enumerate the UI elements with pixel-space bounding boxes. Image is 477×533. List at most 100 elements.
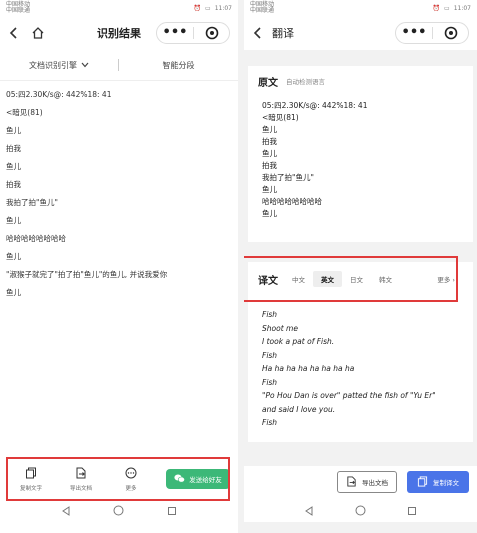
chevron-down-icon xyxy=(81,61,89,70)
ocr-result-screen: 中国移动 中国联通 ⏰ ▭ 11:07 识别结果 ••• 文档识别引擎 智能分段… xyxy=(0,0,238,533)
export-doc-button[interactable]: 导出文档 xyxy=(56,467,106,492)
home-icon[interactable] xyxy=(30,25,46,41)
engine-bar: 文档识别引擎 智能分段 xyxy=(0,50,238,81)
source-title: 原文 xyxy=(258,77,278,89)
copy-translation-label: 复制译文 xyxy=(433,479,459,487)
ocr-line: "淑猴子就完了"拍了拍"鱼儿"的鱼儿, 并说我爱你 xyxy=(6,270,168,279)
ocr-line: 05:四2.30K/s@: 442%18: 41 xyxy=(6,90,112,99)
mini-program-capsule: ••• xyxy=(156,22,230,44)
more-dots-icon[interactable]: ••• xyxy=(396,24,432,42)
source-line: 鱼儿 xyxy=(262,209,277,218)
ocr-line: 鱼儿 xyxy=(6,126,21,135)
tab-more[interactable]: 更多 › xyxy=(429,271,463,287)
ocr-line: 我拍了拍"鱼儿" xyxy=(6,198,58,207)
tab-korean[interactable]: 韩文 xyxy=(371,271,400,287)
page-title: 翻译 xyxy=(272,27,294,40)
copy-icon xyxy=(417,475,428,489)
translation-text-area[interactable]: Fish Shoot me I took a pat of Fish. Fish… xyxy=(248,296,473,436)
source-line: 鱼儿 xyxy=(262,125,277,134)
send-label: 发送给好友 xyxy=(189,476,222,484)
translation-line: Ha ha ha ha ha ha ha ha xyxy=(262,364,355,373)
source-line: 鱼儿 xyxy=(262,185,277,194)
more-languages-label: 更多 xyxy=(437,276,451,284)
source-line: 拍我 xyxy=(262,161,277,170)
export-doc-button[interactable]: 导出文档 xyxy=(337,471,397,493)
ocr-line: 拍我 xyxy=(6,144,21,153)
more-dots-icon[interactable]: ••• xyxy=(157,24,193,42)
translation-title: 译文 xyxy=(258,275,278,287)
translation-line: I took a pat of Fish. xyxy=(262,337,335,346)
ocr-line: <暗见(81) xyxy=(6,108,43,117)
home-circle-icon[interactable] xyxy=(113,501,124,520)
export-icon xyxy=(75,467,87,481)
ocr-line: 拍我 xyxy=(6,180,21,189)
source-line: 05:四2.30K/s@: 442%18: 41 xyxy=(262,101,368,110)
carrier-label: 中国联通 xyxy=(6,7,31,14)
ocr-line: 鱼儿 xyxy=(6,216,21,225)
wechat-icon xyxy=(174,474,186,485)
more-label: 更多 xyxy=(125,485,137,492)
source-line: 哈哈哈哈哈哈哈哈 xyxy=(262,197,322,206)
ocr-line: 鱼儿 xyxy=(6,288,21,297)
carrier-label: 中国联通 xyxy=(250,7,275,14)
status-bar: 中国移动 中国联通 ⏰ ▭ 11:07 xyxy=(0,0,238,16)
back-arrow-icon[interactable] xyxy=(6,25,22,41)
export-doc-label: 导出文档 xyxy=(69,485,92,492)
translation-card: 译文 中文 英文 日文 韩文 更多 › Fish Shoot me I took… xyxy=(248,262,473,442)
alarm-icon: ⏰ xyxy=(193,4,202,12)
tab-english[interactable]: 英文 xyxy=(313,271,342,287)
send-to-friend-button[interactable]: 发送给好友 xyxy=(166,469,230,489)
ocr-line: 鱼儿 xyxy=(6,162,21,171)
bottom-toolbar: 复制文字 导出文档 更多 发送给好友 xyxy=(6,457,230,501)
system-nav-bar xyxy=(0,498,238,522)
system-nav-bar xyxy=(244,498,477,522)
recent-apps-icon[interactable] xyxy=(407,501,417,520)
language-tabs: 中文 英文 日文 韩文 更多 › xyxy=(284,271,463,287)
copy-translation-button[interactable]: 复制译文 xyxy=(407,471,469,493)
ocr-line: 哈哈哈哈哈哈哈哈 xyxy=(6,234,66,243)
status-time: 11:07 xyxy=(214,4,232,12)
back-triangle-icon[interactable] xyxy=(304,501,314,520)
ocr-text-area[interactable]: 05:四2.30K/s@: 442%18: 41 <暗见(81) 鱼儿 拍我 鱼… xyxy=(0,81,238,300)
close-target-icon[interactable] xyxy=(433,26,468,40)
back-arrow-icon[interactable] xyxy=(250,25,266,41)
tab-japanese[interactable]: 日文 xyxy=(342,271,371,287)
back-triangle-icon[interactable] xyxy=(61,501,71,520)
auto-detect-label[interactable]: 自动检测语言 xyxy=(286,76,325,86)
translation-line: Fish xyxy=(262,418,278,427)
close-target-icon[interactable] xyxy=(194,26,229,40)
battery-icon: ▭ xyxy=(444,4,450,12)
battery-icon: ▭ xyxy=(205,4,211,12)
translation-header: 译文 中文 英文 日文 韩文 更多 › xyxy=(248,262,473,296)
chevron-right-icon: › xyxy=(452,276,455,284)
nav-bar: 翻译 ••• xyxy=(244,16,477,50)
status-time: 11:07 xyxy=(453,4,471,12)
home-circle-icon[interactable] xyxy=(355,501,366,520)
more-button[interactable]: 更多 xyxy=(106,467,156,492)
more-circle-icon xyxy=(125,467,137,481)
alarm-icon: ⏰ xyxy=(432,4,441,12)
recent-apps-icon[interactable] xyxy=(167,501,177,520)
status-bar: 中国移动 中国联通 ⏰ ▭ 11:07 xyxy=(244,0,477,16)
engine-dropdown[interactable]: 文档识别引擎 xyxy=(0,60,118,71)
translation-line: Shoot me xyxy=(262,323,298,333)
export-doc-label: 导出文档 xyxy=(362,479,388,487)
translation-line: and said I love you. xyxy=(262,404,336,414)
copy-text-label: 复制文字 xyxy=(19,485,42,492)
copy-text-button[interactable]: 复制文字 xyxy=(6,467,56,492)
tab-chinese[interactable]: 中文 xyxy=(284,271,313,287)
translation-line: Fish xyxy=(262,377,278,387)
translation-line: Fish xyxy=(262,350,278,360)
source-card: 原文 自动检测语言 05:四2.30K/s@: 442%18: 41 <暗见(8… xyxy=(248,66,473,242)
source-text-area[interactable]: 05:四2.30K/s@: 442%18: 41 <暗见(81) 鱼儿 拍我 鱼… xyxy=(248,96,473,226)
source-line: 鱼儿 xyxy=(262,149,277,158)
nav-bar: 识别结果 ••• xyxy=(0,16,238,50)
smart-segment-button[interactable]: 智能分段 xyxy=(119,60,238,71)
engine-label: 文档识别引擎 xyxy=(29,60,77,70)
translation-screen: 中国移动 中国联通 ⏰ ▭ 11:07 翻译 ••• 原文 自动检测语言 05:… xyxy=(244,0,477,533)
ocr-line: 鱼儿 xyxy=(6,252,21,261)
source-header: 原文 自动检测语言 xyxy=(248,66,473,96)
translation-line: "Po Hou Dan is over" patted the fish of … xyxy=(262,391,436,400)
translation-action-bar: 导出文档 复制译文 xyxy=(244,466,477,498)
mini-program-capsule: ••• xyxy=(395,22,469,44)
